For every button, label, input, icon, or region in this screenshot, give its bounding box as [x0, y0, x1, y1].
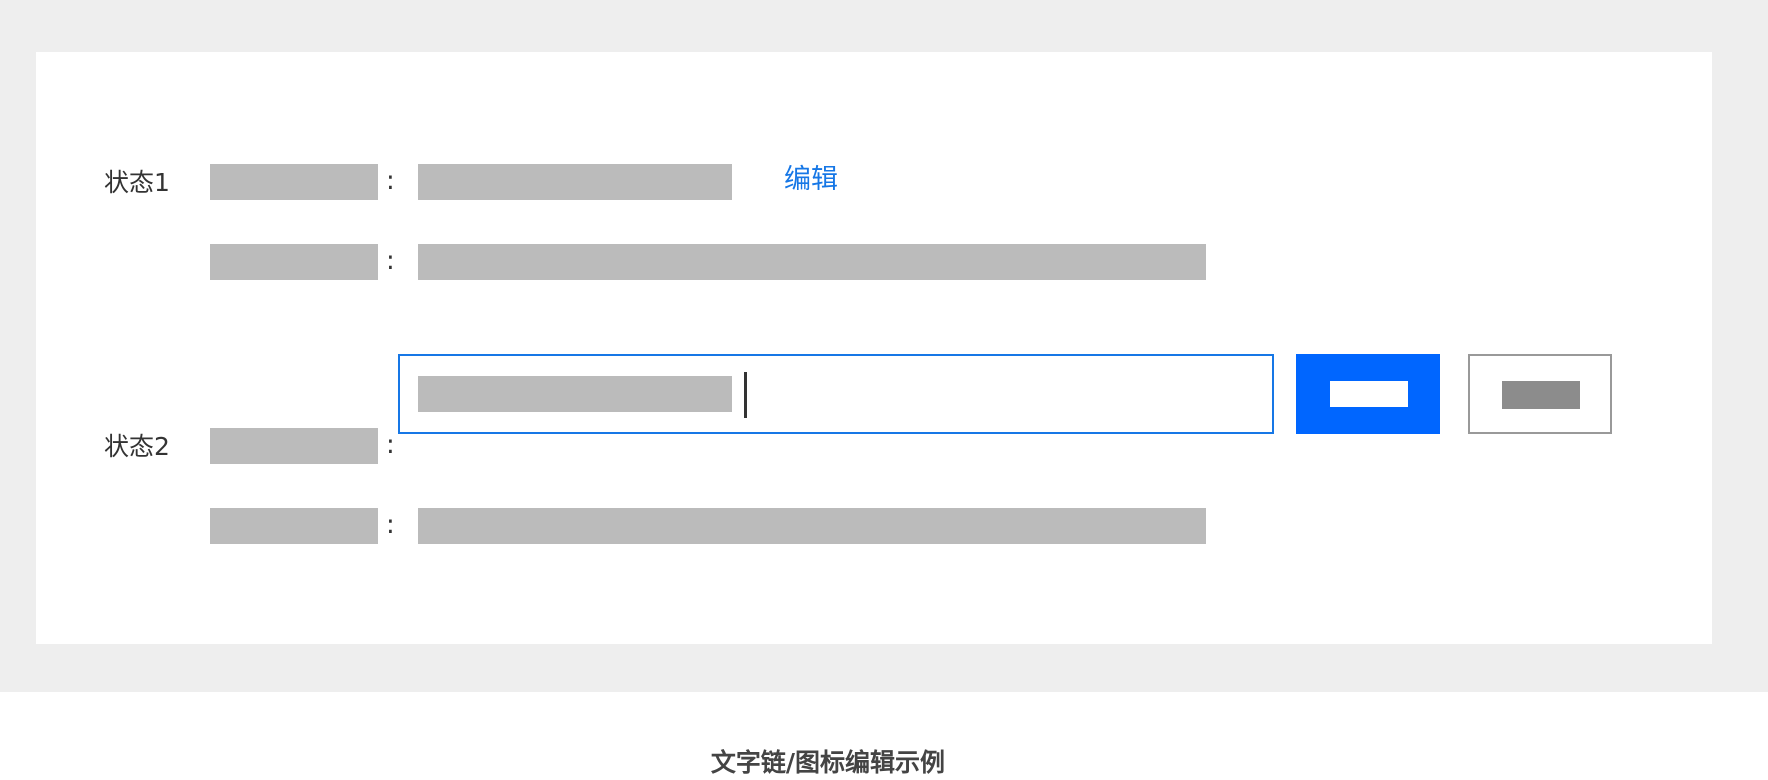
cancel-button-label-placeholder	[1502, 381, 1580, 409]
state1-row2-label-placeholder	[210, 244, 378, 280]
example-caption: 文字链/图标编辑示例	[710, 748, 946, 777]
state1-row1-colon: :	[386, 166, 395, 196]
edit-input[interactable]	[398, 354, 1274, 434]
state1-row1-value-placeholder	[418, 164, 732, 200]
state1-row2-value-placeholder	[418, 244, 1206, 280]
state1-row2-colon: :	[386, 246, 395, 276]
state2-row2-colon: :	[386, 510, 395, 540]
state2-row1-label-placeholder	[210, 428, 378, 464]
state2-row2-label-placeholder	[210, 508, 378, 544]
example-card: 状态1 : 编辑 : 状态2 : :	[36, 52, 1712, 644]
example-stage: 状态1 : 编辑 : 状态2 : :	[0, 0, 1768, 692]
state1-label: 状态1	[104, 168, 170, 197]
edit-input-value-placeholder	[418, 376, 732, 412]
state2-label: 状态2	[104, 432, 170, 461]
state2-row1-colon: :	[386, 430, 395, 460]
cancel-button[interactable]	[1468, 354, 1612, 434]
text-caret	[744, 372, 747, 418]
confirm-button[interactable]	[1296, 354, 1440, 434]
edit-link[interactable]: 编辑	[784, 164, 838, 196]
confirm-button-label-placeholder	[1330, 381, 1408, 407]
state1-row1-label-placeholder	[210, 164, 378, 200]
state2-row2-value-placeholder	[418, 508, 1206, 544]
